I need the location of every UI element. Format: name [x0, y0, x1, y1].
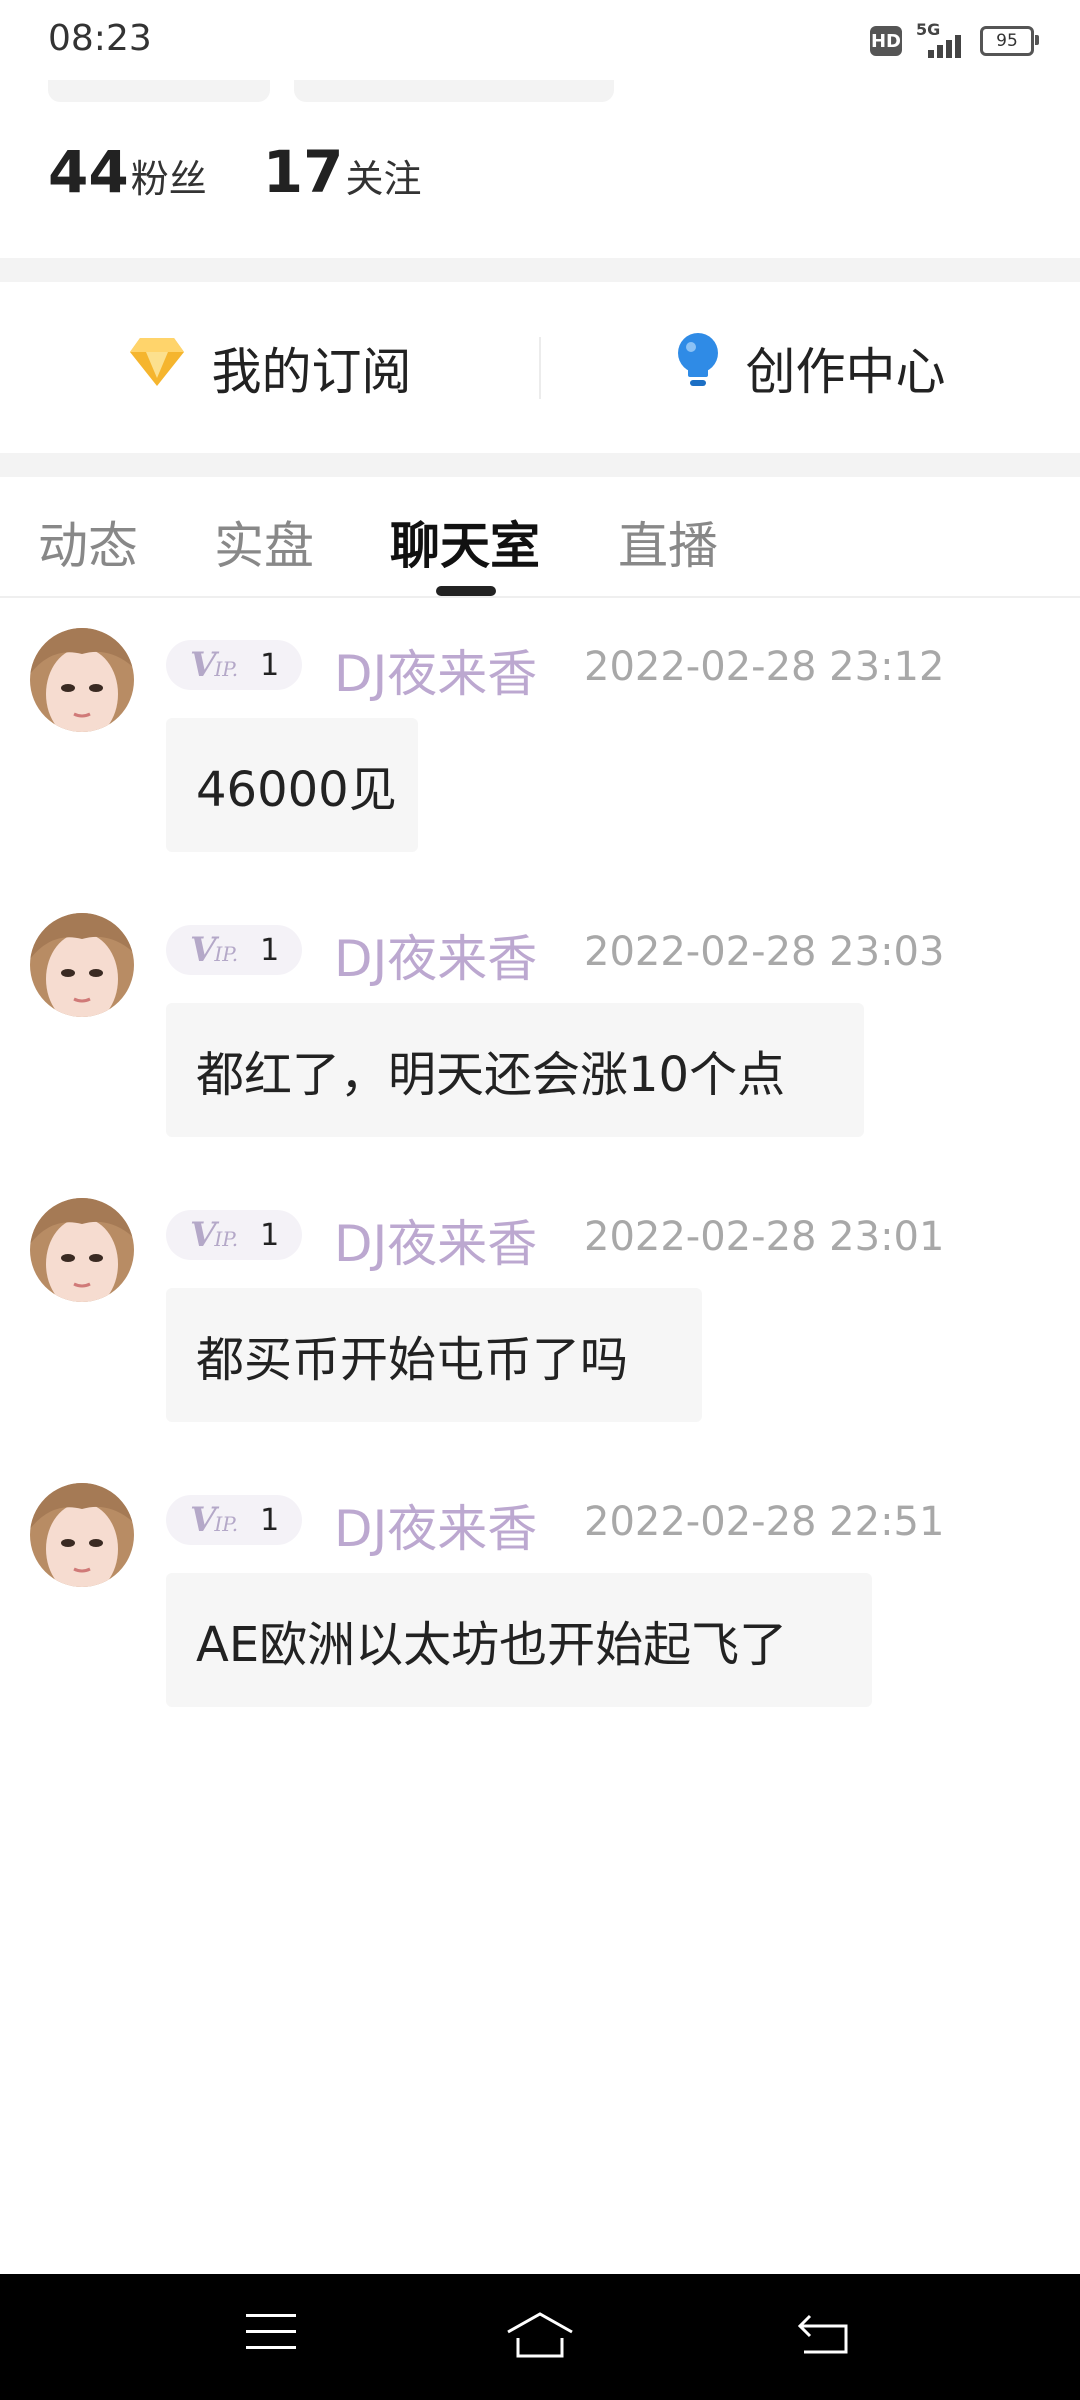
hd-icon: HD: [870, 26, 902, 56]
vip-level: 1: [260, 932, 280, 968]
home-icon[interactable]: [504, 2310, 576, 2364]
following-label: 关注: [345, 157, 422, 201]
following-count: 17: [262, 138, 344, 206]
fans-count: 44: [48, 138, 129, 206]
profile-stats: 44 粉丝 17 关注: [48, 138, 421, 206]
my-subscription-label: 我的订阅: [211, 343, 412, 401]
fans-stat[interactable]: 44 粉丝: [48, 138, 207, 206]
fans-label: 粉丝: [130, 157, 207, 201]
status-time: 08:23: [48, 18, 152, 59]
section-divider: [0, 453, 1080, 477]
vip-badge: V IP. 1: [166, 1495, 302, 1545]
quick-entries: 我的订阅 创作中心: [0, 283, 1080, 453]
menu-icon[interactable]: [244, 2310, 298, 2358]
message-bubble[interactable]: AE欧洲以太坊也开始起飞了: [166, 1573, 872, 1707]
message-bubble[interactable]: 都买币开始屯币了吗: [166, 1288, 702, 1422]
avatar[interactable]: [30, 1483, 134, 1587]
status-icons: HD 5G 95: [870, 20, 1039, 58]
tab-chatroom[interactable]: 聊天室: [390, 506, 540, 578]
section-divider: [0, 258, 1080, 282]
tab-dynamic[interactable]: 动态: [38, 506, 138, 578]
message-time: 2022-02-28 22:51: [584, 1499, 945, 1545]
username[interactable]: DJ夜来香: [334, 1489, 537, 1561]
creator-center-button[interactable]: 创作中心: [541, 332, 1080, 404]
tab-live-stream[interactable]: 直播: [618, 506, 718, 578]
diamond-icon: [128, 336, 186, 400]
vip-level: 1: [260, 647, 280, 683]
battery-icon: 95: [980, 26, 1039, 56]
message-time: 2022-02-28 23:12: [584, 644, 945, 690]
tab-bar: 动态 实盘 聊天室 直播: [0, 478, 1080, 598]
header-pill: [48, 80, 270, 102]
tab-live-trading[interactable]: 实盘: [214, 506, 314, 578]
message-time: 2022-02-28 23:03: [584, 929, 945, 975]
avatar[interactable]: [30, 913, 134, 1017]
username[interactable]: DJ夜来香: [334, 1204, 537, 1276]
message-bubble[interactable]: 46000见: [166, 718, 418, 852]
message-bubble[interactable]: 都红了，明天还会涨10个点: [166, 1003, 864, 1137]
signal-icon: 5G: [916, 20, 966, 58]
vip-badge: V IP. 1: [166, 925, 302, 975]
header-pill: [294, 80, 614, 102]
username[interactable]: DJ夜来香: [334, 919, 537, 991]
following-stat[interactable]: 17 关注: [263, 138, 422, 206]
avatar[interactable]: [30, 1198, 134, 1302]
vip-level: 1: [260, 1217, 280, 1253]
avatar[interactable]: [30, 628, 134, 732]
vip-badge: V IP. 1: [166, 640, 302, 690]
vip-badge: V IP. 1: [166, 1210, 302, 1260]
creator-center-label: 创作中心: [745, 343, 946, 401]
lightbulb-icon: [676, 333, 720, 403]
my-subscription-button[interactable]: 我的订阅: [0, 332, 539, 404]
status-bar: 08:23 HD 5G 95: [0, 0, 1080, 84]
active-tab-indicator: [436, 586, 496, 596]
message-time: 2022-02-28 23:01: [584, 1214, 945, 1260]
back-icon[interactable]: [796, 2310, 852, 2362]
vip-level: 1: [260, 1502, 280, 1538]
username[interactable]: DJ夜来香: [334, 634, 537, 706]
system-nav-bar: [0, 2274, 1080, 2400]
